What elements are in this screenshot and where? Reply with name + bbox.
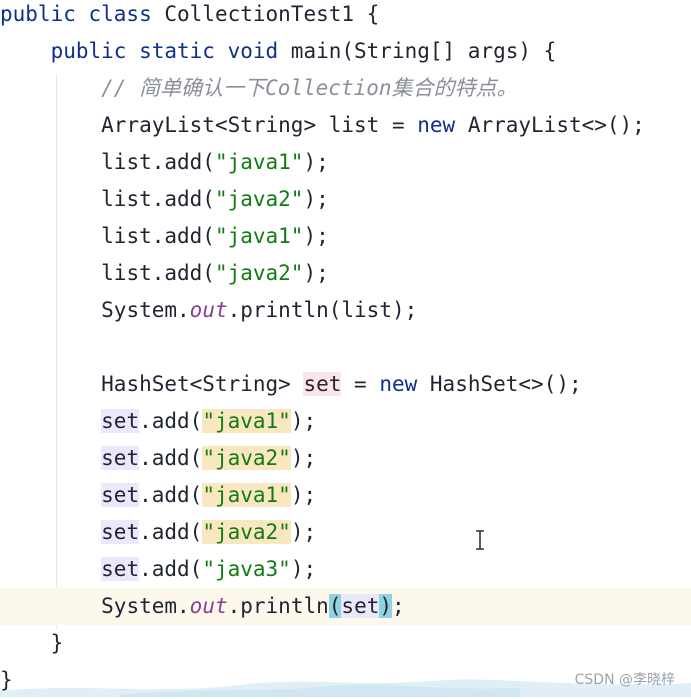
variable-set-usage: set bbox=[101, 557, 140, 581]
code-line-class-declaration[interactable]: public class CollectionTest1 { bbox=[0, 0, 691, 33]
variable-set-declaration: set bbox=[303, 372, 342, 396]
code-text: System. bbox=[101, 298, 190, 322]
code-text: = bbox=[341, 372, 380, 396]
method-signature: main(String[] args) { bbox=[290, 39, 557, 63]
code-comment: // 简单确认一下Collection集合的特点。 bbox=[101, 76, 518, 100]
code-text: list.add( bbox=[101, 261, 215, 285]
variable-set-usage: set bbox=[101, 409, 140, 433]
code-text: ); bbox=[303, 150, 329, 174]
code-text: .add( bbox=[139, 409, 203, 433]
code-line-set-add[interactable]: set.add("java3"); bbox=[0, 551, 691, 588]
code-text: ); bbox=[290, 409, 317, 433]
code-line-arraylist-decl[interactable]: ArrayList<String> list = new ArrayList<>… bbox=[0, 107, 691, 144]
string-literal: "java1" bbox=[202, 483, 291, 507]
code-line-print-list[interactable]: System.out.println(list); bbox=[0, 292, 691, 329]
code-text: list.add( bbox=[101, 150, 215, 174]
code-text: ); bbox=[303, 224, 329, 248]
code-text: .add( bbox=[139, 483, 203, 507]
code-line-list-add[interactable]: list.add("java2"); bbox=[0, 181, 691, 218]
string-literal: "java1" bbox=[214, 150, 304, 174]
closing-brace: } bbox=[50, 631, 64, 655]
string-literal: "java3" bbox=[202, 557, 291, 581]
string-literal: "java2" bbox=[214, 187, 304, 211]
code-line-print-set-current[interactable]: System.out.println(set); bbox=[0, 588, 691, 625]
code-text: ); bbox=[303, 261, 329, 285]
code-text: .add( bbox=[139, 557, 203, 581]
code-text: .add( bbox=[139, 446, 203, 470]
code-line-comment[interactable]: // 简单确认一下Collection集合的特点。 bbox=[0, 70, 691, 107]
string-literal: "java1" bbox=[202, 409, 291, 433]
string-literal: "java2" bbox=[214, 261, 304, 285]
string-literal: "java2" bbox=[202, 446, 291, 470]
code-text: ); bbox=[290, 557, 317, 581]
keyword-new: new bbox=[417, 113, 456, 137]
code-line-set-add[interactable]: set.add("java1"); bbox=[0, 477, 691, 514]
paren-match-open: ( bbox=[328, 594, 342, 618]
code-text: .add( bbox=[139, 520, 203, 544]
code-line-list-add[interactable]: list.add("java1"); bbox=[0, 144, 691, 181]
variable-set-usage: set bbox=[341, 594, 380, 618]
class-name: CollectionTest1 { bbox=[164, 2, 380, 26]
text-cursor-icon bbox=[476, 530, 484, 550]
code-text: ); bbox=[290, 446, 317, 470]
code-line-list-add[interactable]: list.add("java1"); bbox=[0, 218, 691, 255]
code-line-set-add[interactable]: set.add("java2"); bbox=[0, 514, 691, 551]
code-text: System. bbox=[101, 594, 190, 618]
string-literal: "java2" bbox=[202, 520, 291, 544]
code-line-hashset-decl[interactable]: HashSet<String> set = new HashSet<>(); bbox=[0, 366, 691, 403]
static-field-out: out bbox=[189, 298, 228, 322]
keyword-public-static-void: public static void bbox=[50, 39, 291, 63]
code-text: ArrayList<String> list = bbox=[101, 113, 418, 137]
code-text: ); bbox=[303, 187, 329, 211]
code-text: ); bbox=[290, 483, 317, 507]
keyword-new: new bbox=[379, 372, 418, 396]
code-text: list.add( bbox=[101, 224, 215, 248]
paren-match-close: ) bbox=[379, 594, 393, 618]
code-text: ArrayList<>(); bbox=[455, 113, 645, 137]
watermark: CSDN @李晓梓 bbox=[574, 672, 675, 688]
code-text: HashSet<String> bbox=[101, 372, 304, 396]
code-text: .println(list); bbox=[227, 298, 418, 322]
code-line-set-add[interactable]: set.add("java2"); bbox=[0, 440, 691, 477]
code-text: ; bbox=[392, 594, 405, 618]
code-line-close-method[interactable]: } bbox=[0, 625, 691, 662]
code-line-list-add[interactable]: list.add("java2"); bbox=[0, 255, 691, 292]
static-field-out: out bbox=[189, 594, 228, 618]
code-text: list.add( bbox=[101, 187, 215, 211]
code-line-main-method[interactable]: public static void main(String[] args) { bbox=[0, 33, 691, 70]
variable-set-usage: set bbox=[101, 446, 140, 470]
code-text: .println bbox=[227, 594, 329, 618]
code-text: HashSet<>(); bbox=[417, 372, 582, 396]
string-literal: "java1" bbox=[214, 224, 304, 248]
variable-set-usage: set bbox=[101, 483, 140, 507]
code-line-set-add[interactable]: set.add("java1"); bbox=[0, 403, 691, 440]
variable-set-usage: set bbox=[101, 520, 140, 544]
code-text: ); bbox=[290, 520, 317, 544]
keyword-public-class: public class bbox=[0, 2, 165, 26]
code-editor[interactable]: public class CollectionTest1 { public st… bbox=[0, 0, 691, 697]
